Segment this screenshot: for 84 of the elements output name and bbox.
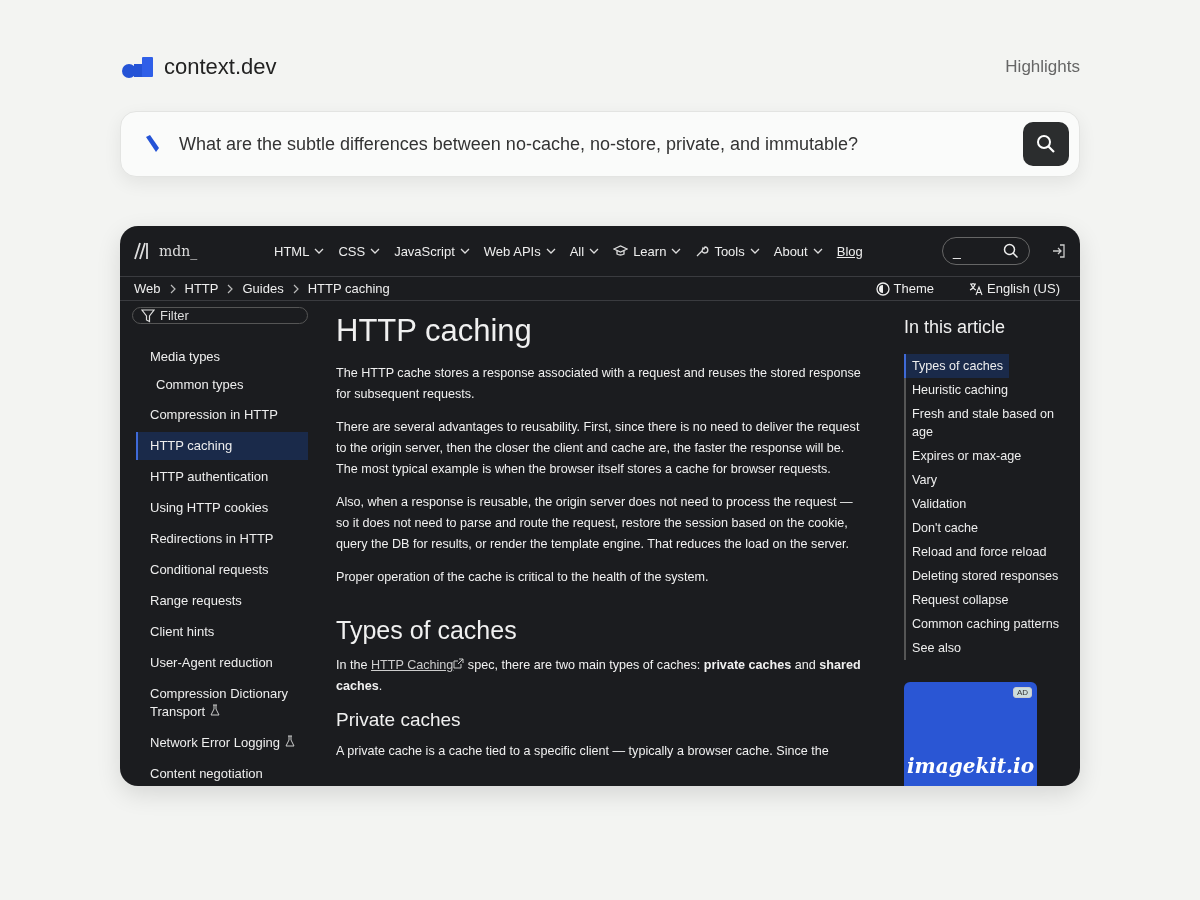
search-field[interactable]: What are the subtle differences between no-cache, no-store, private, and immutable?	[120, 111, 1080, 177]
flask-icon	[285, 735, 296, 747]
spec-link[interactable]: HTTP Caching	[371, 658, 465, 672]
chevron-down-icon	[370, 248, 381, 254]
nav-menu[interactable]: Learn	[613, 243, 682, 259]
logo-icon	[120, 55, 154, 79]
nav-menu[interactable]: HTML	[274, 243, 325, 259]
login-icon[interactable]	[1052, 244, 1066, 258]
toc-link[interactable]: Request collapse	[904, 588, 1015, 612]
chevron-down-icon	[459, 248, 470, 254]
sidebar-item[interactable]: Range requests	[136, 587, 308, 615]
nav-menu[interactable]: All	[569, 243, 600, 259]
paragraph: Proper operation of the cache is critical to the health of the system.	[336, 569, 710, 586]
toc-link[interactable]: Expires or max-age	[904, 444, 1028, 468]
toc-link[interactable]: Vary	[904, 468, 943, 492]
filter-icon	[141, 308, 155, 323]
section-heading: Types of caches	[336, 616, 518, 645]
advertisement[interactable]: AD imagekit.io	[904, 682, 1037, 786]
paragraph: There are several advantages to reusability. First, since there is no need to deliver the request to the origin server, then the closer the client and cache are, the faster the response will be. The most typical example is when the browser itself stores a cache for browser requests.	[336, 419, 861, 478]
toc-title: In this article	[904, 317, 1007, 338]
chevron-down-icon	[671, 248, 682, 254]
sidebar-item[interactable]: HTTP authentication	[136, 463, 308, 491]
nav-menu[interactable]: Tools	[695, 243, 760, 259]
translate-icon	[969, 281, 984, 296]
article-title: HTTP caching	[336, 313, 533, 349]
toc-link[interactable]: Validation	[904, 492, 973, 516]
chevron-down-icon	[314, 248, 325, 254]
toc-link[interactable]: Don't cache	[904, 516, 985, 540]
breadcrumb-link[interactable]: HTTP	[184, 281, 219, 296]
nav-menu[interactable]: Web APIs	[483, 243, 556, 259]
toc-link[interactable]: Reload and force reload	[904, 540, 1053, 564]
breadcrumb-link[interactable]: HTTP caching	[307, 281, 390, 296]
breadcrumb-link[interactable]: Web	[134, 281, 161, 296]
sidebar-item[interactable]: Client hints	[136, 618, 308, 646]
chevron-right-icon	[227, 283, 234, 294]
mdn-logo[interactable]: mdn_	[134, 242, 274, 260]
paragraph: Also, when a response is reusable, the origin server does not need to process the request — so it does not need to parse and route the request, restore the session based on the cookie, query the DB for results, or render the template engine. That reduces the load on the server.	[336, 494, 854, 553]
subsection-heading: Private caches	[336, 709, 462, 731]
sidebar-item[interactable]: Compression in HTTP	[136, 401, 308, 429]
pen-icon	[143, 134, 161, 154]
sidebar-item[interactable]: User-Agent reduction	[136, 649, 308, 677]
search-button[interactable]	[1023, 122, 1069, 166]
paragraph: The HTTP cache stores a response associated with a request and reuses the stored response for subsequent requests.	[336, 365, 862, 403]
wrench-icon	[695, 244, 710, 258]
graduation-cap-icon	[613, 245, 629, 257]
brand-name: context.dev	[164, 54, 277, 80]
toc-link[interactable]: See also	[904, 636, 967, 660]
chevron-down-icon	[545, 248, 556, 254]
sidebar-item[interactable]: Content negotiation	[136, 760, 308, 786]
nav-menu[interactable]: JavaScript	[394, 243, 470, 259]
toc-link[interactable]: Deleting stored responses	[904, 564, 1065, 588]
toc-link[interactable]: Common caching patterns	[904, 612, 1065, 636]
paragraph: In the HTTP Caching spec, there are two main types of caches: private caches and shared caches.	[336, 657, 862, 695]
nav-menu[interactable]: CSS	[338, 243, 381, 259]
ad-brand: imagekit.io	[907, 754, 1034, 778]
sidebar-item[interactable]: Compression Dictionary Transport	[136, 680, 308, 726]
nav-menu[interactable]: About	[773, 243, 823, 259]
sidebar-item[interactable]: Media types	[136, 343, 308, 371]
theme-icon	[875, 281, 890, 296]
paragraph: A private cache is a cache tied to a specific client — typically a browser cache. Since the	[336, 743, 830, 760]
sidebar-subitem[interactable]: Common types	[136, 373, 308, 397]
sidebar-item[interactable]: Redirections in HTTP	[136, 525, 308, 553]
chevron-down-icon	[749, 248, 760, 254]
chevron-right-icon	[169, 283, 176, 294]
language-button[interactable]: English (US)	[963, 280, 1066, 297]
sidebar-item[interactable]: Using HTTP cookies	[136, 494, 308, 522]
flask-icon	[210, 704, 221, 716]
highlights-link[interactable]: Highlights	[1005, 57, 1080, 77]
blog-link[interactable]: Blog	[836, 243, 863, 259]
chevron-right-icon	[292, 283, 299, 294]
external-link-icon	[453, 658, 465, 669]
ad-badge: AD	[1012, 687, 1032, 698]
chevron-down-icon	[812, 248, 823, 254]
search-icon	[1036, 134, 1056, 154]
theme-button[interactable]: Theme	[869, 280, 941, 297]
toc-link[interactable]: Types of caches	[904, 354, 1009, 378]
chevron-down-icon	[589, 248, 600, 254]
toc-link[interactable]: Heuristic caching	[904, 378, 1014, 402]
toc-link[interactable]: Fresh and stale based on age	[904, 402, 1068, 444]
sidebar-item[interactable]: Conditional requests	[136, 556, 308, 584]
search-icon	[1003, 243, 1019, 259]
breadcrumb-link[interactable]: Guides	[242, 281, 284, 296]
sidebar-item[interactable]: HTTP caching	[136, 432, 308, 460]
sidebar-item[interactable]: Network Error Logging	[136, 729, 308, 757]
